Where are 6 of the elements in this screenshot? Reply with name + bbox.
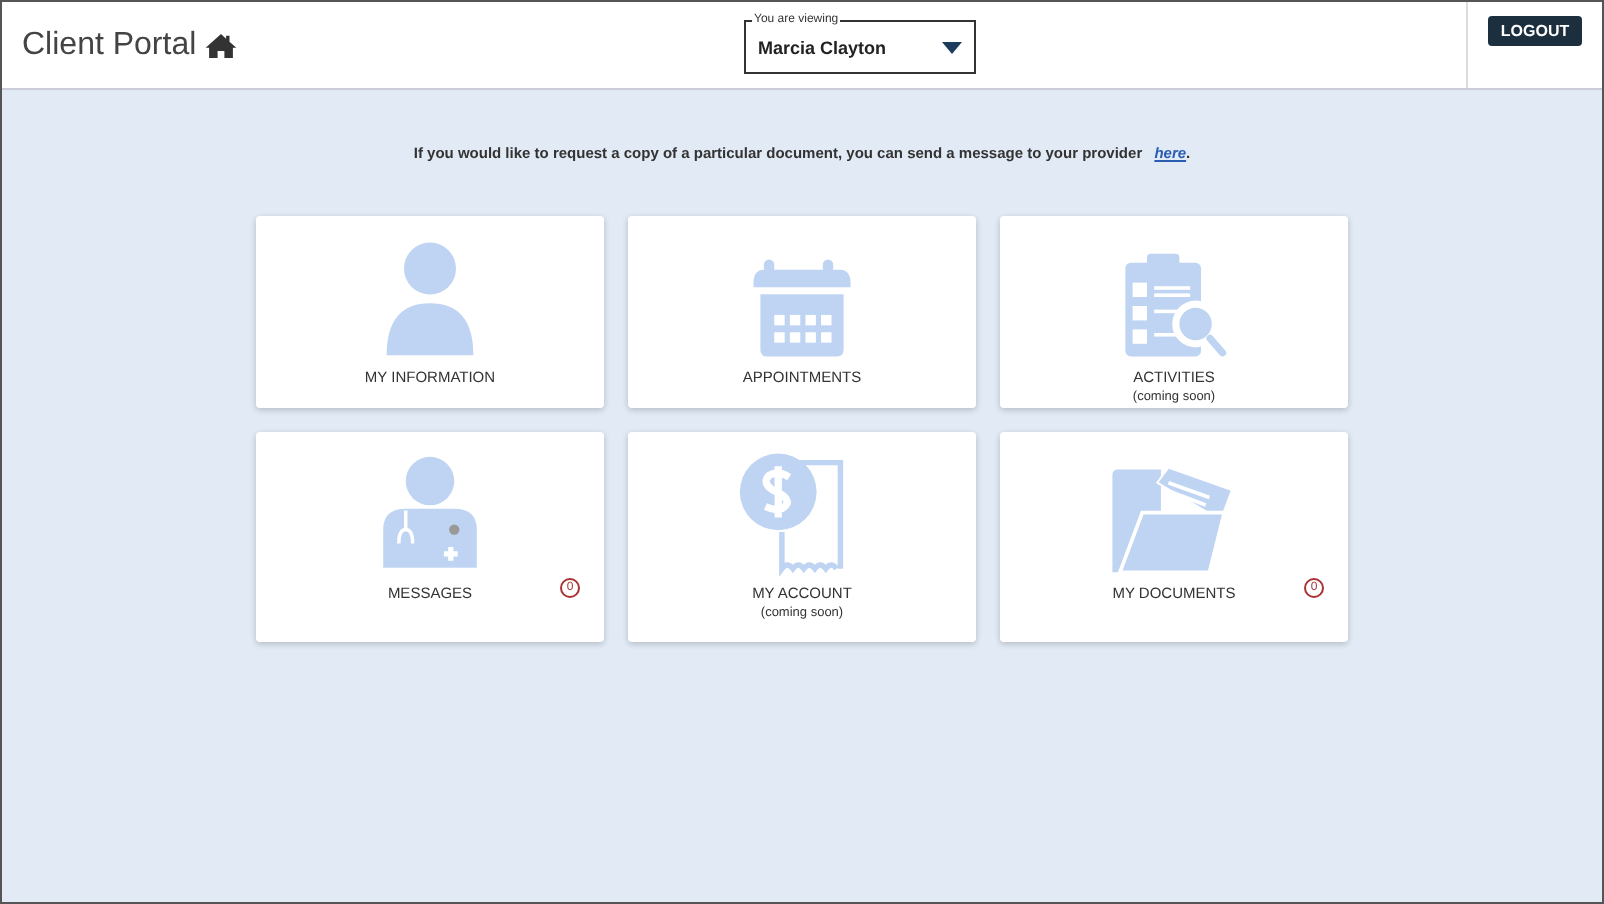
portal-title: Client Portal [22,27,197,63]
logout-button[interactable]: LOGOUT [1488,16,1582,46]
clipboard-icon [1120,252,1228,360]
caret-icon [942,41,962,53]
home-icon[interactable] [204,31,239,59]
calendar-icon [750,256,854,360]
